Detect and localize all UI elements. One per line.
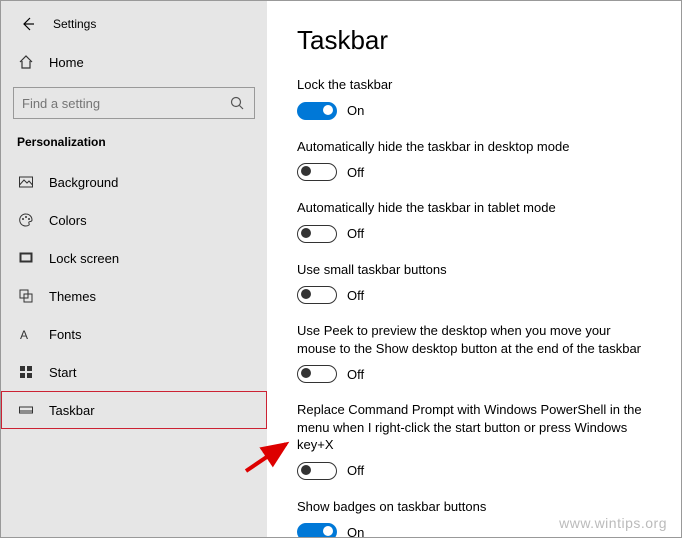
page-title: Taskbar — [297, 25, 651, 56]
palette-icon — [17, 211, 35, 229]
sidebar-item-lock-screen[interactable]: Lock screen — [1, 239, 267, 277]
home-icon — [17, 53, 35, 71]
setting-label: Automatically hide the taskbar in deskto… — [297, 138, 651, 156]
setting-autohide-desktop: Automatically hide the taskbar in deskto… — [297, 138, 651, 182]
sidebar-item-label: Home — [49, 55, 84, 70]
sidebar-item-label: Themes — [49, 289, 96, 304]
toggle-autohide-tablet[interactable] — [297, 225, 337, 243]
sidebar-item-themes[interactable]: Themes — [1, 277, 267, 315]
nav-list: Background Colors Lock screen Themes A F… — [1, 163, 267, 429]
search-field[interactable] — [22, 96, 228, 111]
sidebar-item-label: Background — [49, 175, 118, 190]
picture-icon — [17, 173, 35, 191]
toggle-small-buttons[interactable] — [297, 286, 337, 304]
search-input[interactable] — [13, 87, 255, 119]
svg-text:A: A — [20, 328, 28, 342]
setting-peek: Use Peek to preview the desktop when you… — [297, 322, 651, 383]
sidebar-item-colors[interactable]: Colors — [1, 201, 267, 239]
setting-label: Use small taskbar buttons — [297, 261, 651, 279]
sidebar-item-label: Colors — [49, 213, 87, 228]
themes-icon — [17, 287, 35, 305]
sidebar-item-start[interactable]: Start — [1, 353, 267, 391]
setting-autohide-tablet: Automatically hide the taskbar in tablet… — [297, 199, 651, 243]
setting-label: Use Peek to preview the desktop when you… — [297, 322, 651, 357]
sidebar-item-background[interactable]: Background — [1, 163, 267, 201]
toggle-state: Off — [347, 226, 364, 241]
sidebar-item-label: Fonts — [49, 327, 82, 342]
setting-label: Lock the taskbar — [297, 76, 651, 94]
sidebar: Settings Home Personalization Background — [1, 1, 267, 537]
sidebar-item-fonts[interactable]: A Fonts — [1, 315, 267, 353]
window-title: Settings — [53, 17, 96, 31]
setting-lock-taskbar: Lock the taskbar On — [297, 76, 651, 120]
sidebar-item-home[interactable]: Home — [1, 43, 267, 81]
toggle-state: Off — [347, 165, 364, 180]
toggle-lock-taskbar[interactable] — [297, 102, 337, 120]
setting-small-buttons: Use small taskbar buttons Off — [297, 261, 651, 305]
sidebar-item-label: Lock screen — [49, 251, 119, 266]
fonts-icon: A — [17, 325, 35, 343]
toggle-state: Off — [347, 367, 364, 382]
taskbar-icon — [17, 401, 35, 419]
back-button[interactable] — [19, 15, 37, 33]
toggle-state: Off — [347, 288, 364, 303]
sidebar-item-label: Start — [49, 365, 76, 380]
lock-screen-icon — [17, 249, 35, 267]
setting-replace-cmd: Replace Command Prompt with Windows Powe… — [297, 401, 651, 480]
setting-label: Replace Command Prompt with Windows Powe… — [297, 401, 651, 454]
toggle-badges[interactable] — [297, 523, 337, 537]
setting-label: Show badges on taskbar buttons — [297, 498, 651, 516]
sidebar-item-label: Taskbar — [49, 403, 95, 418]
toggle-replace-cmd[interactable] — [297, 462, 337, 480]
toggle-state: On — [347, 525, 364, 537]
setting-label: Automatically hide the taskbar in tablet… — [297, 199, 651, 217]
start-icon — [17, 363, 35, 381]
content-panel: Taskbar Lock the taskbar On Automaticall… — [267, 1, 681, 537]
watermark: www.wintips.org — [559, 515, 667, 531]
sidebar-item-taskbar[interactable]: Taskbar — [1, 391, 267, 429]
toggle-peek[interactable] — [297, 365, 337, 383]
section-title: Personalization — [1, 131, 267, 163]
search-icon — [228, 94, 246, 112]
toggle-autohide-desktop[interactable] — [297, 163, 337, 181]
toggle-state: On — [347, 103, 364, 118]
toggle-state: Off — [347, 463, 364, 478]
